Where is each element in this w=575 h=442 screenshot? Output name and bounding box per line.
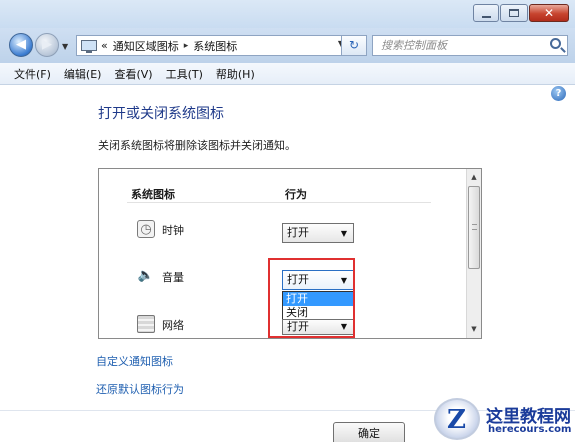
close-icon: ✕ (543, 6, 555, 20)
ok-button[interactable]: 确定 (333, 422, 405, 442)
scrollbar-grip (472, 224, 477, 230)
minimize-button[interactable] (473, 4, 499, 22)
clock-label: 时钟 (162, 224, 184, 237)
list-scrollbar[interactable]: ▲ ▼ (466, 169, 481, 338)
menu-file[interactable]: 文件(F) (14, 66, 51, 82)
recent-pages-dropdown[interactable]: ▼ (62, 42, 68, 51)
forward-button[interactable]: ▶ (35, 33, 59, 57)
address-toolbar: ◀ ▶ ▼ « 通知区域图标 ▸ 系统图标 ▼ ↻ 搜索控制面板 (0, 28, 575, 63)
scroll-down-icon[interactable]: ▼ (467, 322, 481, 336)
maximize-icon (509, 9, 519, 17)
watermark-url: herecours.com (488, 424, 572, 435)
refresh-button[interactable]: ↻ (341, 35, 367, 56)
menu-tools[interactable]: 工具(T) (166, 66, 203, 82)
search-input[interactable]: 搜索控制面板 (372, 35, 568, 56)
clock-behavior-value: 打开 (287, 226, 309, 239)
volume-icon: 🔈 (137, 268, 155, 283)
window-controls: ✕ (472, 4, 569, 22)
network-label: 网络 (162, 319, 184, 332)
scroll-up-icon[interactable]: ▲ (467, 170, 481, 184)
clock-behavior-dropdown[interactable]: 打开 ▼ (282, 223, 354, 243)
site-watermark: Z 这里教程网 herecours.com (428, 396, 575, 442)
clock-icon: ◷ (137, 220, 155, 238)
restore-default-icon-behavior-link[interactable]: 还原默认图标行为 (96, 381, 184, 397)
page-description: 关闭系统图标将删除该图标并关闭通知。 (98, 139, 296, 152)
back-button[interactable]: ◀ (9, 33, 33, 57)
minimize-icon (482, 16, 491, 18)
chevron-down-icon: ▼ (340, 229, 347, 238)
column-header-icon: 系统图标 (131, 188, 175, 201)
breadcrumb-system-icons[interactable]: 系统图标 (193, 38, 237, 54)
network-icon (137, 315, 155, 333)
menu-bar: 文件(F) 编辑(E) 查看(V) 工具(T) 帮助(H) (0, 63, 575, 85)
close-button[interactable]: ✕ (529, 4, 569, 22)
title-bar: ✕ (0, 0, 575, 28)
control-panel-icon (81, 40, 97, 53)
watermark-logo-letter: Z (447, 405, 466, 435)
breadcrumb-notification-icons[interactable]: 通知区域图标 (113, 38, 179, 54)
volume-label: 音量 (162, 271, 184, 284)
breadcrumb-overflow[interactable]: « (101, 39, 108, 52)
menu-help[interactable]: 帮助(H) (216, 66, 255, 82)
help-icon[interactable]: ? (551, 86, 566, 101)
annotation-highlight-box (268, 258, 355, 338)
control-panel-window: ✕ ◀ ▶ ▼ « 通知区域图标 ▸ 系统图标 ▼ ↻ 搜索控制面板 文件(F)… (0, 0, 575, 442)
column-header-behavior: 行为 (285, 188, 307, 201)
header-divider (127, 202, 431, 203)
address-bar[interactable]: « 通知区域图标 ▸ 系统图标 ▼ (76, 35, 367, 56)
customize-notification-icons-link[interactable]: 自定义通知图标 (96, 353, 173, 369)
search-placeholder: 搜索控制面板 (381, 39, 447, 52)
breadcrumb-separator-icon[interactable]: ▸ (184, 41, 189, 51)
page-title: 打开或关闭系统图标 (98, 106, 224, 122)
scrollbar-thumb[interactable] (468, 186, 480, 269)
refresh-icon: ↻ (348, 38, 360, 52)
watermark-logo-icon: Z (434, 398, 480, 440)
search-icon[interactable] (550, 38, 561, 49)
menu-view[interactable]: 查看(V) (114, 66, 152, 82)
maximize-button[interactable] (500, 4, 528, 22)
menu-edit[interactable]: 编辑(E) (64, 66, 102, 82)
